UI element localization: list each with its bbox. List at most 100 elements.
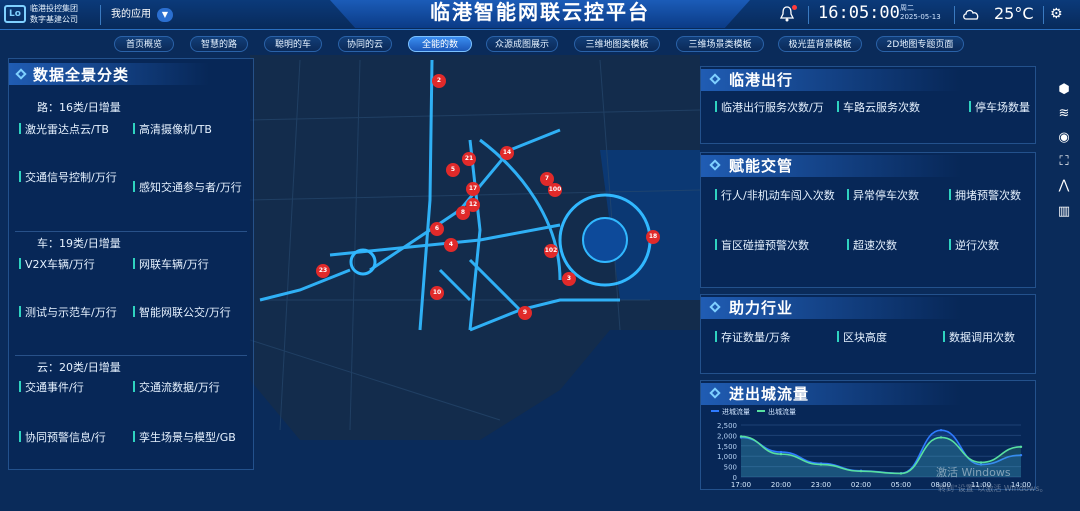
fullscreen-icon[interactable]: ⛶ (1054, 152, 1074, 172)
metric-label: 感知交通参与者/万行 (133, 179, 242, 195)
tab-3d-scene-template[interactable]: 三维场景类模板 (676, 36, 764, 52)
metric-label: 盲区碰撞预警次数 (715, 237, 809, 253)
industry-panel: 助力行业 存证数量/万条 区块高度 数据调用次数 (700, 294, 1036, 374)
panel-title: 临港出行 (729, 71, 794, 89)
tab-3d-map-template[interactable]: 三维地图类模板 (574, 36, 660, 52)
metric-label: 交通信号控制/万行 (19, 169, 117, 185)
y-tick-label: 2,500 (717, 422, 737, 430)
my-apps-label: 我的应用 (111, 9, 151, 20)
metric-label: 行人/非机动车闯入次数 (715, 187, 835, 203)
metric-label: 协同预警信息/行 (19, 429, 106, 445)
windows-activation-watermark: 激活 Windows (936, 466, 1011, 479)
date: 2025-05-13 (900, 13, 941, 21)
cube-icon[interactable]: ⬢ (1054, 80, 1074, 100)
data-panorama-panel: 数据全景分类 路：16类/日增量 激光雷达点云/TB 高清摄像机/TB 交通信号… (8, 58, 254, 470)
nav-tabs: 首页概览 智慧的路 聪明的车 协同的云 全能的数 众源成图展示 三维地图类模板 … (114, 36, 994, 52)
tab-crowdsource-map[interactable]: 众源成图展示 (486, 36, 558, 52)
metric-label: 超速次数 (847, 237, 897, 253)
section-heading-road: 路：16类/日增量 (37, 101, 121, 114)
map-marker[interactable]: 102 (544, 244, 558, 258)
map-marker[interactable]: 4 (444, 238, 458, 252)
metric-label: 区块高度 (837, 329, 887, 345)
map-marker[interactable]: 18 (646, 230, 660, 244)
metric-label: 测试与示范车/万行 (19, 304, 117, 320)
x-tick-label: 17:00 (731, 481, 751, 489)
map-marker[interactable]: 6 (430, 222, 444, 236)
section-heading-cloud: 云：20类/日增量 (37, 361, 121, 374)
page-title: 临港智能网联云控平台 (430, 0, 650, 24)
metric-label: 逆行次数 (949, 237, 999, 253)
metric-label: 异常停车次数 (847, 187, 919, 203)
road-icon[interactable]: ⋀ (1054, 176, 1074, 196)
map-marker[interactable]: 23 (316, 264, 330, 278)
panel-title: 进出城流量 (729, 385, 810, 403)
map-marker[interactable]: 3 (562, 272, 576, 286)
metric-label: 车路云服务次数 (837, 99, 920, 115)
tab-aurora-template[interactable]: 极光蓝背景模板 (778, 36, 862, 52)
map-marker[interactable]: 10 (430, 286, 444, 300)
data-point (779, 450, 783, 454)
my-apps-dropdown[interactable]: 我的应用 ▼ (100, 5, 179, 25)
map-marker[interactable]: 14 (500, 146, 514, 160)
data-point (939, 436, 943, 439)
cloud-icon (963, 9, 979, 20)
metric-label: 交通流数据/万行 (133, 379, 220, 395)
notification-dot (792, 5, 797, 10)
columns-icon[interactable]: ▥ (1054, 202, 1074, 222)
logo-icon: Lo (4, 5, 26, 23)
tab-smart-car[interactable]: 聪明的车 (264, 36, 322, 52)
map-marker[interactable]: 17 (466, 182, 480, 196)
section-heading-car: 车：19类/日增量 (37, 237, 121, 250)
data-point (939, 429, 943, 432)
metric-label: 存证数量/万条 (715, 329, 791, 345)
metric-label: 激光雷达点云/TB (19, 121, 109, 137)
y-tick-label: 1,500 (717, 443, 737, 451)
panel-title: 赋能交管 (729, 157, 794, 175)
y-tick-label: 2,000 (717, 432, 737, 440)
map-marker[interactable]: 2 (432, 74, 446, 88)
data-point (779, 452, 783, 456)
metric-label: 智能网联公交/万行 (133, 304, 231, 320)
temperature: 25°C (994, 4, 1034, 23)
tab-smart-road[interactable]: 智慧的路 (190, 36, 248, 52)
divider (15, 231, 247, 232)
y-tick-label: 500 (724, 464, 737, 472)
metric-label: 网联车辆/万行 (133, 256, 209, 272)
metric-label: 数据调用次数 (943, 329, 1015, 345)
gear-icon[interactable]: ⚙ (1050, 6, 1063, 22)
legend-label: 进城流量 (722, 407, 750, 416)
x-tick-label: 02:00 (851, 481, 871, 489)
metric-label: 停车场数量 (969, 99, 1030, 115)
date-block: 周二 2025-05-13 (900, 4, 941, 22)
windows-activation-hint: 转到"设置"以激活 Windows。 (938, 484, 1048, 493)
x-tick-label: 23:00 (811, 481, 831, 489)
divider (808, 6, 809, 24)
layers-icon[interactable]: ≋ (1054, 104, 1074, 124)
tab-cloud[interactable]: 协同的云 (338, 36, 392, 52)
chevron-down-icon: ▼ (157, 8, 173, 22)
map-marker[interactable]: 8 (456, 206, 470, 220)
eye-icon[interactable]: ◉ (1054, 128, 1074, 148)
tab-2d-map-page[interactable]: 2D地图专题页面 (876, 36, 964, 52)
divider (1043, 6, 1044, 24)
map-marker[interactable]: 21 (462, 152, 476, 166)
data-point (1019, 445, 1023, 449)
x-tick-label: 05:00 (891, 481, 911, 489)
panel-title: 助力行业 (729, 299, 794, 317)
map-marker[interactable]: 5 (446, 163, 460, 177)
tab-home-overview[interactable]: 首页概览 (114, 36, 174, 52)
x-tick-label: 20:00 (771, 481, 791, 489)
data-point (739, 435, 743, 438)
metric-label: V2X车辆/万行 (19, 256, 95, 272)
divider (954, 6, 955, 24)
org-line2: 数字基建公司 (30, 15, 78, 24)
map-marker[interactable]: 9 (518, 306, 532, 320)
panel-title: 数据全景分类 (33, 66, 130, 84)
tab-all-data[interactable]: 全能的数 (408, 36, 472, 52)
metric-label: 孪生场景与模型/GB (133, 429, 236, 445)
top-header: Lo 临港投控集团 数字基建公司 我的应用 ▼ 临港智能网联云控平台 16:05… (0, 0, 1080, 30)
org-line1: 临港投控集团 (30, 4, 78, 13)
legend-label: 出城流量 (768, 407, 796, 416)
map-marker[interactable]: 7 (540, 172, 554, 186)
data-point (859, 469, 863, 473)
